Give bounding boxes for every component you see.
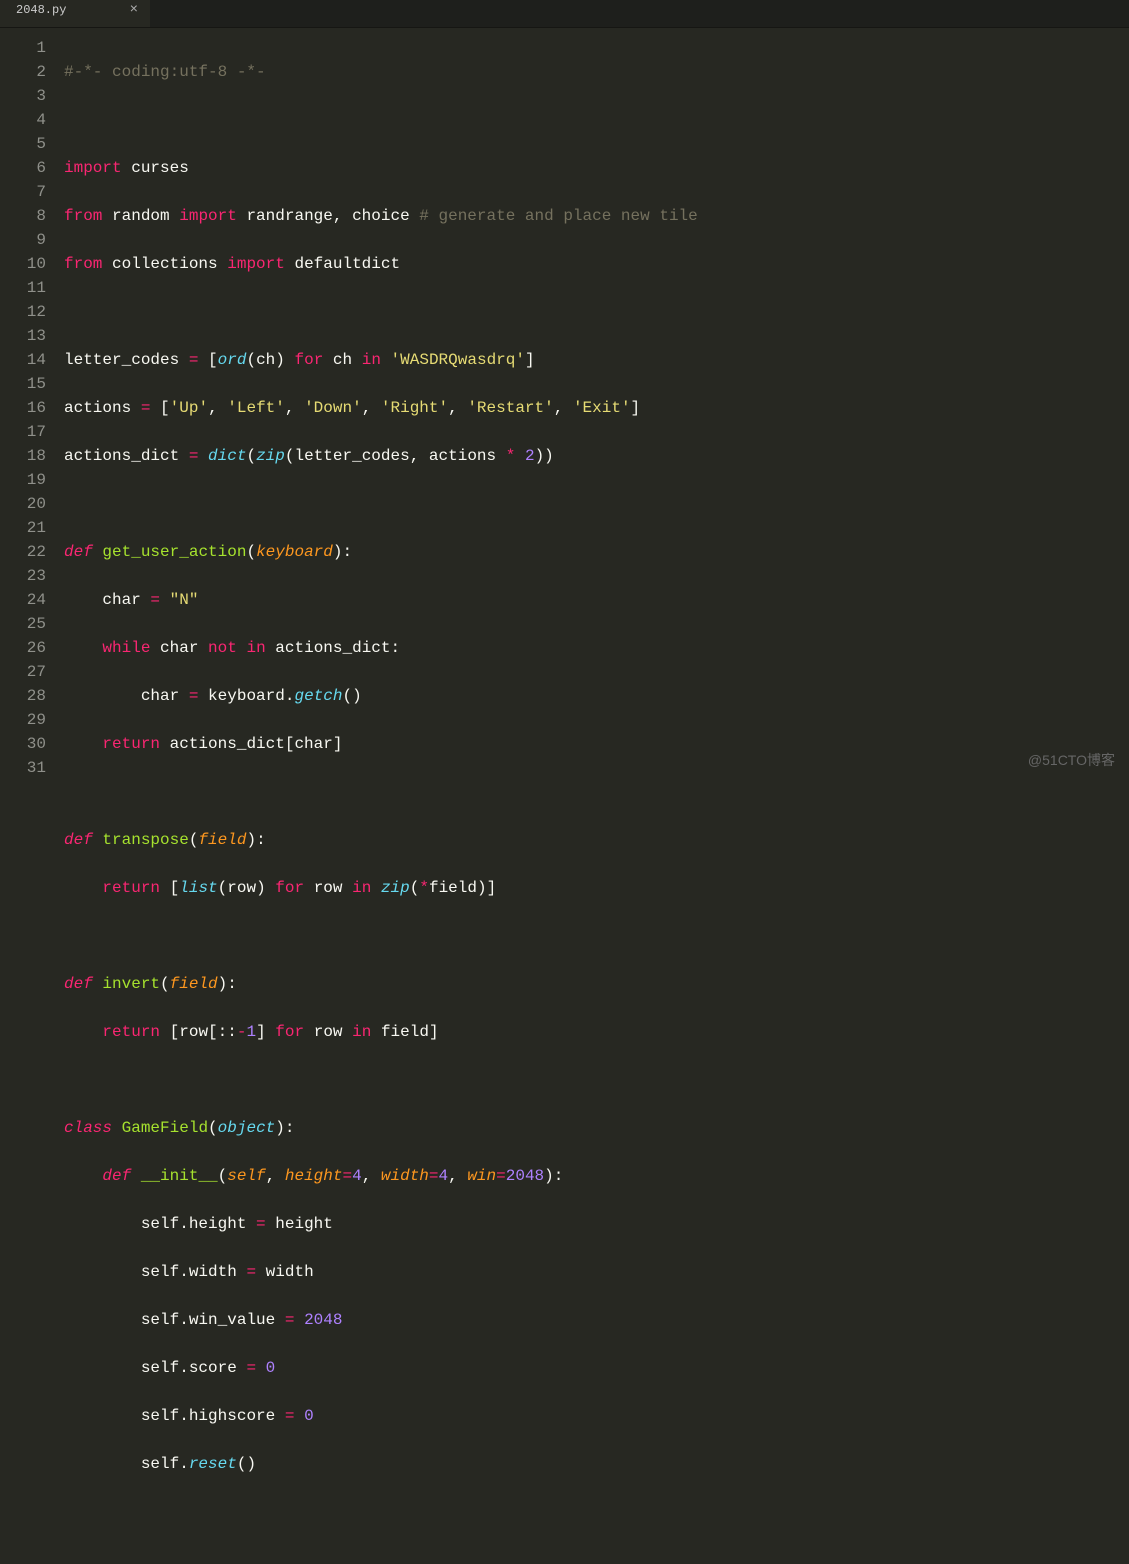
code-content[interactable]: #-*- coding:utf-8 -*- import curses from… — [60, 28, 1129, 782]
line-number: 16 — [8, 396, 46, 420]
line-number: 23 — [8, 564, 46, 588]
line-number: 17 — [8, 420, 46, 444]
code-line — [64, 1500, 1129, 1524]
line-number: 10 — [8, 252, 46, 276]
code-line: def __init__(self, height=4, width=4, wi… — [64, 1164, 1129, 1188]
line-number: 20 — [8, 492, 46, 516]
line-number: 3 — [8, 84, 46, 108]
line-number: 14 — [8, 348, 46, 372]
line-number: 29 — [8, 708, 46, 732]
line-number: 27 — [8, 660, 46, 684]
code-line: self.score = 0 — [64, 1356, 1129, 1380]
code-line: import curses — [64, 156, 1129, 180]
code-line: def invert(field): — [64, 972, 1129, 996]
code-line: class GameField(object): — [64, 1116, 1129, 1140]
line-number: 19 — [8, 468, 46, 492]
line-number: 13 — [8, 324, 46, 348]
code-line: return [row[::-1] for row in field] — [64, 1020, 1129, 1044]
code-line: char = "N" — [64, 588, 1129, 612]
code-line: self.highscore = 0 — [64, 1404, 1129, 1428]
code-line: char = keyboard.getch() — [64, 684, 1129, 708]
code-line: return [list(row) for row in zip(*field)… — [64, 876, 1129, 900]
line-number: 12 — [8, 300, 46, 324]
code-line — [64, 1068, 1129, 1092]
line-number: 22 — [8, 540, 46, 564]
line-number: 21 — [8, 516, 46, 540]
code-line: def transpose(field): — [64, 828, 1129, 852]
code-line: letter_codes = [ord(ch) for ch in 'WASDR… — [64, 348, 1129, 372]
code-line: actions = ['Up', 'Left', 'Down', 'Right'… — [64, 396, 1129, 420]
code-line: self.win_value = 2048 — [64, 1308, 1129, 1332]
code-line: actions_dict = dict(zip(letter_codes, ac… — [64, 444, 1129, 468]
code-line: self.reset() — [64, 1452, 1129, 1476]
code-editor[interactable]: 1 2 3 4 5 6 7 8 9 10 11 12 13 14 15 16 1… — [0, 28, 1129, 782]
code-line: self.height = height — [64, 1212, 1129, 1236]
code-line — [64, 924, 1129, 948]
tab-bar: 2048.py × — [0, 0, 1129, 28]
code-line: while char not in actions_dict: — [64, 636, 1129, 660]
line-number: 4 — [8, 108, 46, 132]
line-number: 2 — [8, 60, 46, 84]
line-number: 31 — [8, 756, 46, 780]
code-line: from collections import defaultdict — [64, 252, 1129, 276]
code-line — [64, 780, 1129, 804]
line-number: 25 — [8, 612, 46, 636]
line-number: 15 — [8, 372, 46, 396]
line-number: 8 — [8, 204, 46, 228]
line-number: 5 — [8, 132, 46, 156]
line-number: 1 — [8, 36, 46, 60]
code-line: self.width = width — [64, 1260, 1129, 1284]
code-line: #-*- coding:utf-8 -*- — [64, 60, 1129, 84]
code-line: def get_user_action(keyboard): — [64, 540, 1129, 564]
line-number: 9 — [8, 228, 46, 252]
line-number: 28 — [8, 684, 46, 708]
line-number: 24 — [8, 588, 46, 612]
line-number: 26 — [8, 636, 46, 660]
line-number-gutter: 1 2 3 4 5 6 7 8 9 10 11 12 13 14 15 16 1… — [0, 28, 60, 782]
close-icon[interactable]: × — [130, 0, 138, 22]
line-number: 6 — [8, 156, 46, 180]
line-number: 18 — [8, 444, 46, 468]
file-tab[interactable]: 2048.py × — [0, 0, 150, 27]
code-line — [64, 108, 1129, 132]
line-number: 11 — [8, 276, 46, 300]
line-number: 30 — [8, 732, 46, 756]
tab-filename: 2048.py — [16, 0, 66, 22]
code-line: return actions_dict[char] — [64, 732, 1129, 756]
code-line: from random import randrange, choice # g… — [64, 204, 1129, 228]
line-number: 7 — [8, 180, 46, 204]
code-line — [64, 300, 1129, 324]
watermark: @51CTO博客 — [1028, 748, 1115, 772]
code-line — [64, 492, 1129, 516]
